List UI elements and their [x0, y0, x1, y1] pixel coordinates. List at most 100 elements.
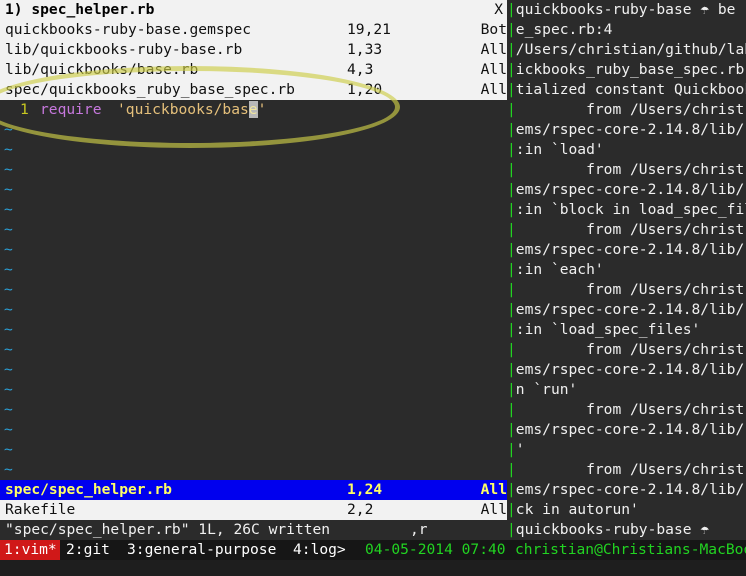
- buffer-name: lib/quickbooks/base.rb: [5, 61, 199, 78]
- terminal-line: |ck in autorun': [507, 500, 746, 520]
- buffer-percent: All: [480, 81, 507, 98]
- buffer-line[interactable]: spec/quickbooks_ruby_base_spec.rb 1,20 All: [0, 80, 507, 100]
- terminal-line: |ems/rspec-core-2.14.8/lib/r: [507, 300, 746, 320]
- tmux-window-4[interactable]: 4:log>: [293, 540, 346, 560]
- terminal-text: ems/rspec-core-2.14.8/lib/r: [515, 121, 746, 138]
- empty-line-tilde: ~: [4, 261, 13, 278]
- empty-line-tilde: ~: [4, 441, 13, 458]
- tmux-window-3[interactable]: 3:general-purpose: [127, 540, 276, 560]
- buffer-line-rakefile[interactable]: Rakefile 2,2 All: [0, 500, 507, 520]
- empty-line-tilde: ~: [4, 421, 13, 438]
- terminal-pane[interactable]: |quickbooks-ruby-base ☂ be |e_spec.rb:4 |/…: [507, 0, 746, 540]
- terminal-line: | from /Users/christ: [507, 340, 746, 360]
- command-line[interactable]: "spec/spec_helper.rb" 1L, 26C written ,r: [0, 520, 507, 540]
- pane-separator: |: [507, 161, 516, 178]
- terminal-line: |/Users/christian/github/lab: [507, 40, 746, 60]
- vim-close-tab-button[interactable]: X: [494, 0, 503, 20]
- pending-keys: ,r: [410, 521, 428, 538]
- terminal-text: /Users/christian/github/lab: [515, 41, 746, 58]
- buffer-position: 19,21: [347, 21, 391, 38]
- terminal-text: :in `each': [515, 261, 604, 278]
- vim-tab-current[interactable]: 1) spec_helper.rb: [5, 0, 154, 20]
- terminal-text: from /Users/christ: [515, 221, 745, 238]
- buffer-name: quickbooks-ruby-base.gemspec: [5, 21, 252, 38]
- empty-line-tilde: ~: [4, 281, 13, 298]
- pane-separator: |: [507, 261, 516, 278]
- vim-tab-line: 1) spec_helper.rb X: [0, 0, 507, 20]
- terminal-text: ems/rspec-core-2.14.8/lib/r: [515, 421, 746, 438]
- pane-separator: |: [507, 101, 516, 118]
- require-keyword: require: [40, 101, 102, 118]
- tmux-window-2[interactable]: 2:git: [66, 540, 110, 560]
- buffer-name: spec/quickbooks_ruby_base_spec.rb: [5, 81, 295, 98]
- buffer-line[interactable]: lib/quickbooks-ruby-base.rb 1,33 All: [0, 40, 507, 60]
- terminal-text: :in `load': [515, 141, 604, 158]
- empty-line-tilde: ~: [4, 141, 13, 158]
- terminal-text: quickbooks-ruby-base ☂: [515, 521, 710, 538]
- buffer-line[interactable]: lib/quickbooks/base.rb 4,3 All: [0, 60, 507, 80]
- pane-separator: |: [507, 421, 516, 438]
- pane-separator: |: [507, 181, 516, 198]
- tmux-hostname: christian@Christians-MacBoo: [515, 541, 746, 558]
- terminal-text: e_spec.rb:4: [515, 21, 613, 38]
- tmux-window-1[interactable]: 1:vim*: [0, 540, 60, 560]
- empty-line-tilde: ~: [4, 201, 13, 218]
- pane-separator: |: [507, 121, 516, 138]
- terminal-text: ck in autorun': [515, 501, 639, 518]
- terminal-line: |ems/rspec-core-2.14.8/lib/r: [507, 480, 746, 500]
- editor-line[interactable]: 1 require 'quickbooks/base': [0, 100, 507, 120]
- pane-separator: |: [507, 221, 516, 238]
- pane-separator: |: [507, 1, 516, 18]
- terminal-text: ems/rspec-core-2.14.8/lib/r: [515, 361, 746, 378]
- pane-separator: |: [507, 441, 516, 458]
- terminal-text: :in `load_spec_files': [515, 321, 701, 338]
- terminal-text: ems/rspec-core-2.14.8/lib/r: [515, 241, 746, 258]
- string-close-quote: ': [257, 101, 267, 118]
- buffer-percent: Bot: [480, 21, 507, 38]
- terminal-text: from /Users/christ: [515, 461, 745, 478]
- terminal-line: | from /Users/christ: [507, 160, 746, 180]
- command-message: "spec/spec_helper.rb" 1L, 26C written: [5, 521, 331, 538]
- pane-separator: |: [507, 241, 516, 258]
- empty-line-tilde: ~: [4, 341, 13, 358]
- require-string: 'quickbooks/base': [117, 100, 266, 120]
- pane-separator: |: [507, 281, 516, 298]
- pane-separator: |: [507, 401, 516, 418]
- active-buffer-line[interactable]: spec/spec_helper.rb 1,24 All: [0, 480, 507, 500]
- text-cursor: e: [248, 101, 258, 118]
- terminal-text: tialized constant Quickbook: [515, 81, 746, 98]
- terminal-text: ems/rspec-core-2.14.8/lib/r: [515, 481, 746, 498]
- terminal-line: |ems/rspec-core-2.14.8/lib/r: [507, 240, 746, 260]
- terminal-line: |quickbooks-ruby-base ☂: [507, 520, 746, 540]
- terminal-text: from /Users/christ: [515, 161, 745, 178]
- terminal-text: from /Users/christ: [515, 341, 745, 358]
- empty-line-tilde: ~: [4, 181, 13, 198]
- terminal-text: :in `block in load_spec_fil: [515, 201, 746, 218]
- empty-line-tilde: ~: [4, 301, 13, 318]
- terminal-line: |ems/rspec-core-2.14.8/lib/r: [507, 420, 746, 440]
- buffer-line[interactable]: quickbooks-ruby-base.gemspec 19,21 Bot: [0, 20, 507, 40]
- buffer-position: 4,3: [347, 61, 374, 78]
- empty-line-tilde: ~: [4, 401, 13, 418]
- buffer-name: Rakefile: [5, 501, 76, 518]
- terminal-line: |:in `load_spec_files': [507, 320, 746, 340]
- pane-separator: |: [507, 141, 516, 158]
- terminal-line: |': [507, 440, 746, 460]
- terminal-line: |n `run': [507, 380, 746, 400]
- empty-line-tilde: ~: [4, 321, 13, 338]
- buffer-position: 2,2: [347, 501, 374, 518]
- empty-line-tilde: ~: [4, 361, 13, 378]
- active-buffer-name: spec/spec_helper.rb: [5, 481, 172, 498]
- buffer-name: lib/quickbooks-ruby-base.rb: [5, 41, 243, 58]
- string-text: 'quickbooks/bas: [117, 101, 249, 118]
- terminal-text: n `run': [515, 381, 578, 398]
- terminal-text: from /Users/christ: [515, 101, 745, 118]
- terminal-text: ': [515, 441, 525, 458]
- terminal-line: | from /Users/christ: [507, 100, 746, 120]
- terminal-line: |tialized constant Quickbook: [507, 80, 746, 100]
- pane-separator: |: [507, 301, 516, 318]
- empty-line-tilde: ~: [4, 241, 13, 258]
- pane-separator: |: [507, 521, 516, 538]
- active-buffer-position: 1,24: [347, 481, 383, 498]
- terminal-line: | from /Users/christ: [507, 280, 746, 300]
